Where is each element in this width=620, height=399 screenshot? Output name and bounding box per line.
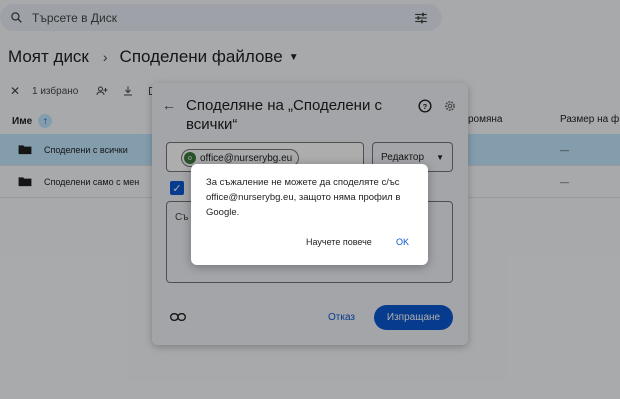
alert-message: За съжаление не можете да споделяте с/ъс… <box>206 177 401 218</box>
ok-button[interactable]: OK <box>396 237 409 247</box>
error-alert-dialog: За съжаление не можете да споделяте с/ъс… <box>191 164 428 265</box>
learn-more-button[interactable]: Научете повече <box>306 237 372 247</box>
